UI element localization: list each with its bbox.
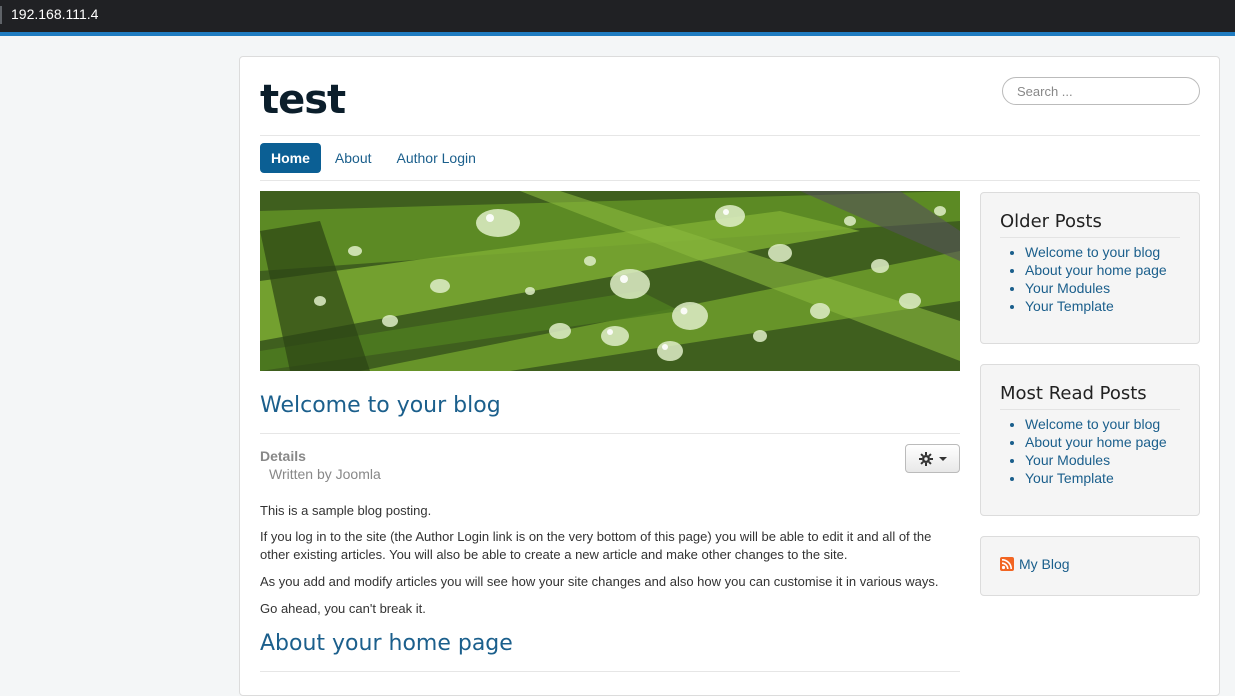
nav-item-about[interactable]: About xyxy=(324,143,383,173)
details-label: Details xyxy=(260,448,306,464)
module-divider xyxy=(1000,409,1180,410)
feed-module: My Blog xyxy=(980,536,1200,596)
list-item[interactable]: Your Modules xyxy=(1025,279,1167,297)
article-title[interactable]: About your home page xyxy=(260,631,513,656)
nav-item-home[interactable]: Home xyxy=(260,143,321,173)
hero-image xyxy=(260,191,960,371)
rss-icon xyxy=(1000,557,1014,571)
browser-address-bar: 192.168.111.4 xyxy=(0,0,1235,36)
most-read-module: Most Read Posts Welcome to your blog Abo… xyxy=(980,364,1200,516)
article-paragraph: As you add and modify articles you will … xyxy=(260,574,939,589)
list-item[interactable]: About your home page xyxy=(1025,261,1167,279)
article-title-divider xyxy=(260,671,960,672)
author-info: Written by Joomla xyxy=(269,466,381,482)
grass-droplets-image xyxy=(260,191,960,371)
older-posts-module: Older Posts Welcome to your blog About y… xyxy=(980,192,1200,344)
module-divider xyxy=(1000,237,1180,238)
older-posts-title: Older Posts xyxy=(1000,211,1102,232)
article-tools-button[interactable] xyxy=(905,444,960,473)
article-paragraph: If you log in to the site (the Author Lo… xyxy=(260,529,932,562)
search-input[interactable] xyxy=(1002,77,1200,105)
article-title[interactable]: Welcome to your blog xyxy=(260,393,501,418)
most-read-title: Most Read Posts xyxy=(1000,383,1147,404)
address-divider xyxy=(0,6,2,24)
list-item[interactable]: Your Template xyxy=(1025,469,1167,487)
address-text[interactable]: 192.168.111.4 xyxy=(11,6,98,22)
page-body: test Home About Author Login xyxy=(239,56,1220,696)
older-posts-list: Welcome to your blog About your home pag… xyxy=(1007,243,1167,315)
feed-link[interactable]: My Blog xyxy=(1000,556,1070,572)
article-paragraph: This is a sample blog posting. xyxy=(260,503,432,518)
list-item[interactable]: Your Template xyxy=(1025,297,1167,315)
site-title[interactable]: test xyxy=(260,77,346,123)
list-item[interactable]: About your home page xyxy=(1025,433,1167,451)
list-item[interactable]: Your Modules xyxy=(1025,451,1167,469)
main-nav: Home About Author Login xyxy=(260,143,490,173)
feed-label[interactable]: My Blog xyxy=(1019,556,1070,572)
article-title-divider xyxy=(260,433,960,434)
list-item[interactable]: Welcome to your blog xyxy=(1025,243,1167,261)
most-read-list: Welcome to your blog About your home pag… xyxy=(1007,415,1167,487)
nav-divider xyxy=(260,180,1200,181)
list-item[interactable]: Welcome to your blog xyxy=(1025,415,1167,433)
chevron-down-icon xyxy=(938,456,947,461)
nav-item-author-login[interactable]: Author Login xyxy=(386,143,487,173)
gear-icon xyxy=(918,451,933,466)
article-paragraph: Go ahead, you can't break it. xyxy=(260,601,426,616)
header-divider xyxy=(260,135,1200,136)
